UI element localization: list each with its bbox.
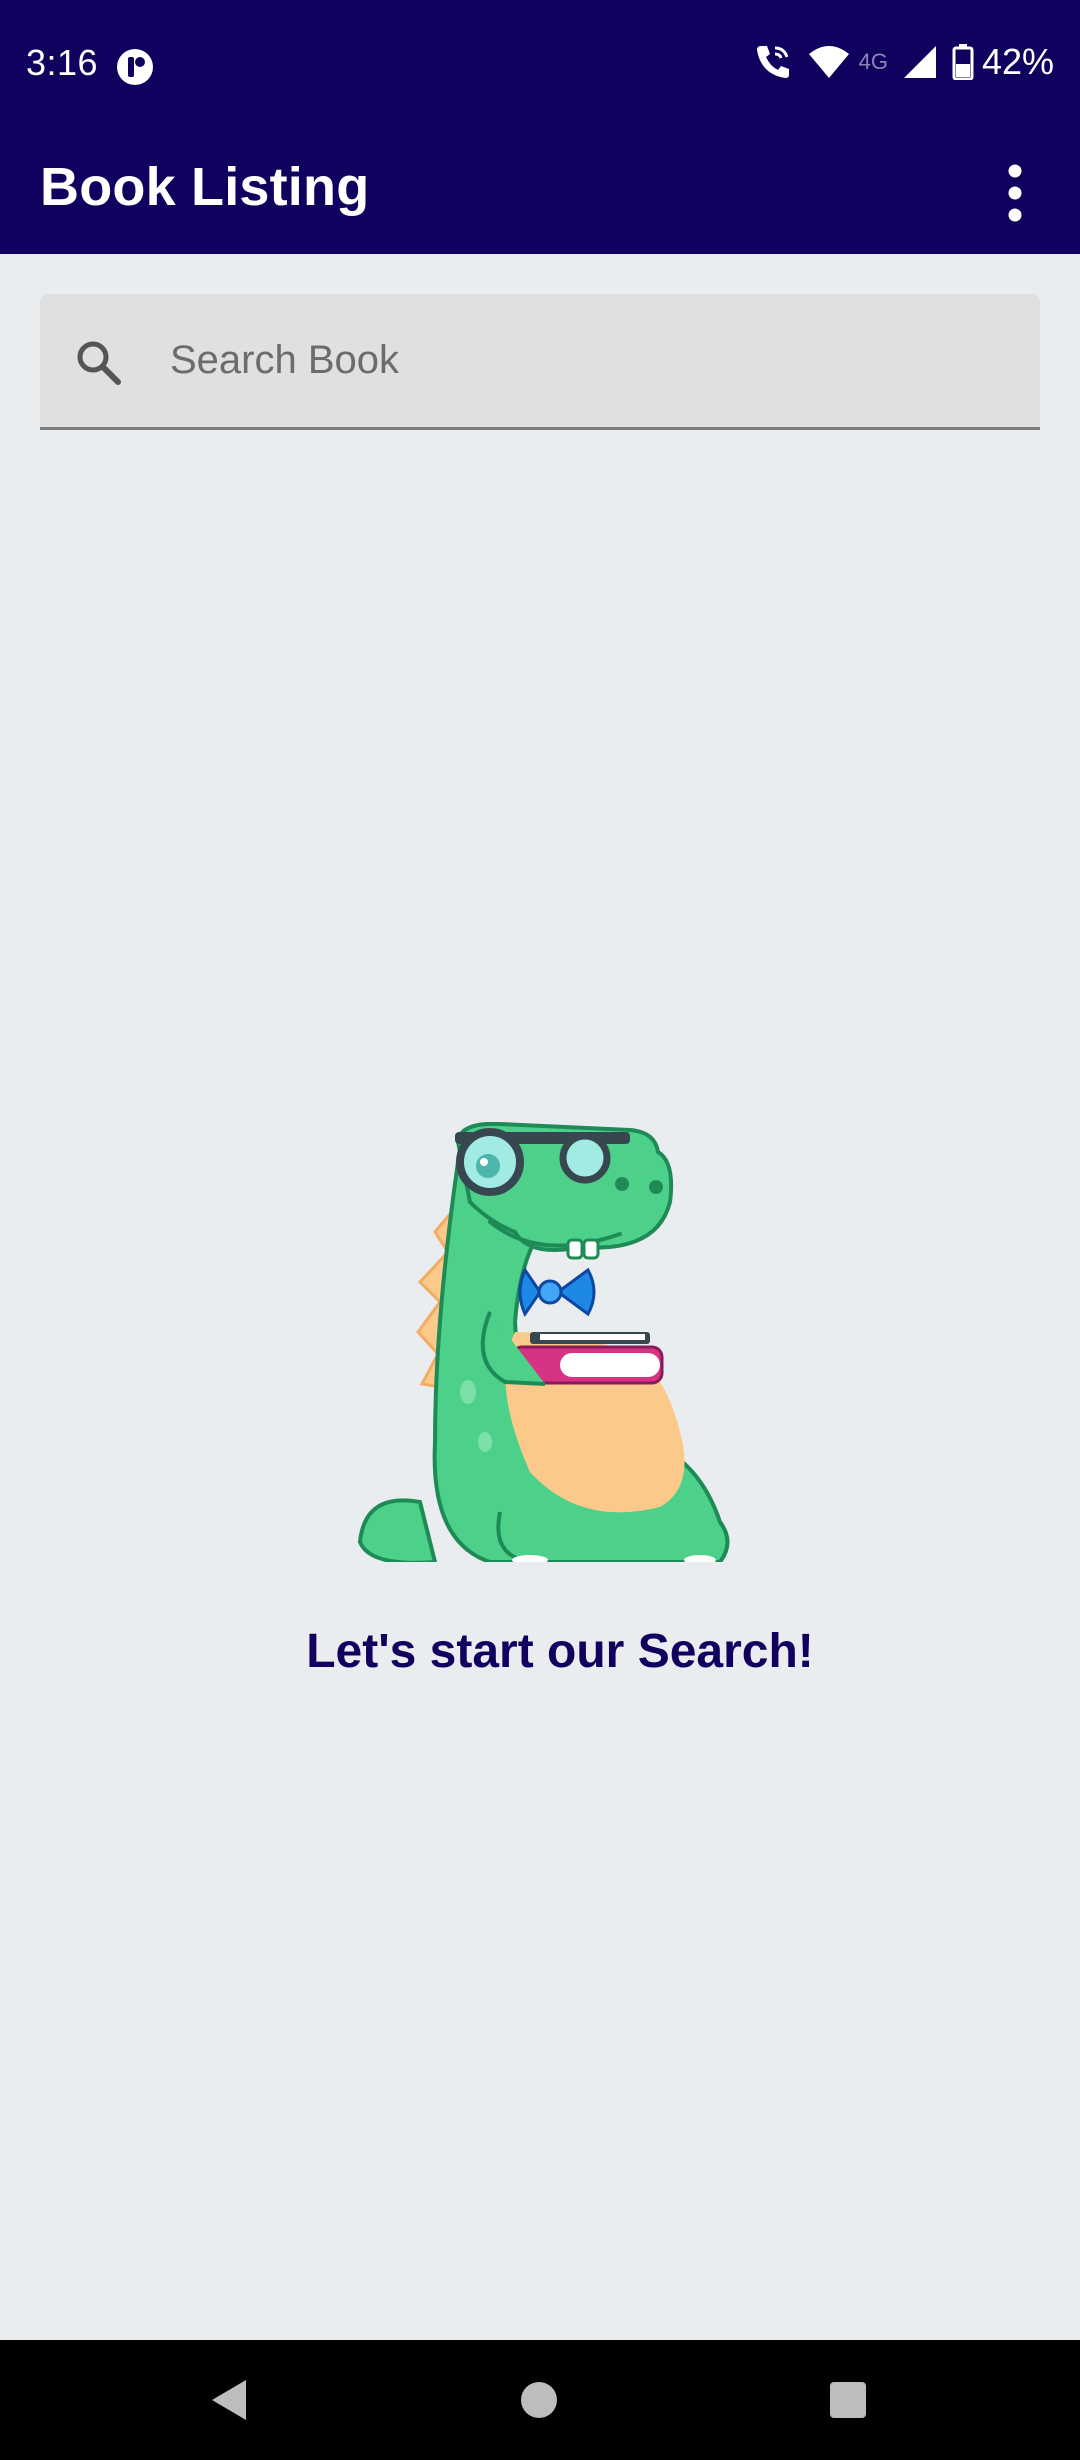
page-title: Book Listing xyxy=(40,157,370,217)
status-time: 3:16 xyxy=(26,42,99,83)
more-vert-icon xyxy=(1008,164,1022,222)
search-input[interactable] xyxy=(130,294,970,427)
wifi-icon xyxy=(808,46,849,78)
recents-button[interactable] xyxy=(810,2362,886,2438)
search-icon xyxy=(77,341,121,385)
app-notification-icon xyxy=(117,49,153,85)
system-navigation-bar xyxy=(0,2340,1080,2460)
back-icon xyxy=(212,2380,246,2420)
signal-icon xyxy=(903,46,936,78)
dinosaur-illustration xyxy=(357,1122,730,1562)
empty-state-message: Let's start our Search! xyxy=(306,1625,814,1678)
home-icon xyxy=(521,2382,557,2418)
app-bar: Book Listing xyxy=(0,132,1080,254)
recents-icon xyxy=(830,2382,866,2418)
overflow-menu-button[interactable] xyxy=(980,150,1050,236)
network-type: 4G xyxy=(858,49,888,74)
wifi-calling-icon xyxy=(756,46,789,78)
status-icons: 4G 42% xyxy=(739,41,1054,82)
battery-percentage: 42% xyxy=(981,41,1054,82)
status-bar: 3:16 4G 42% xyxy=(0,0,1080,132)
search-field[interactable] xyxy=(40,294,1040,430)
home-button[interactable] xyxy=(501,2362,577,2438)
back-button[interactable] xyxy=(190,2362,266,2438)
battery-icon xyxy=(952,44,974,80)
